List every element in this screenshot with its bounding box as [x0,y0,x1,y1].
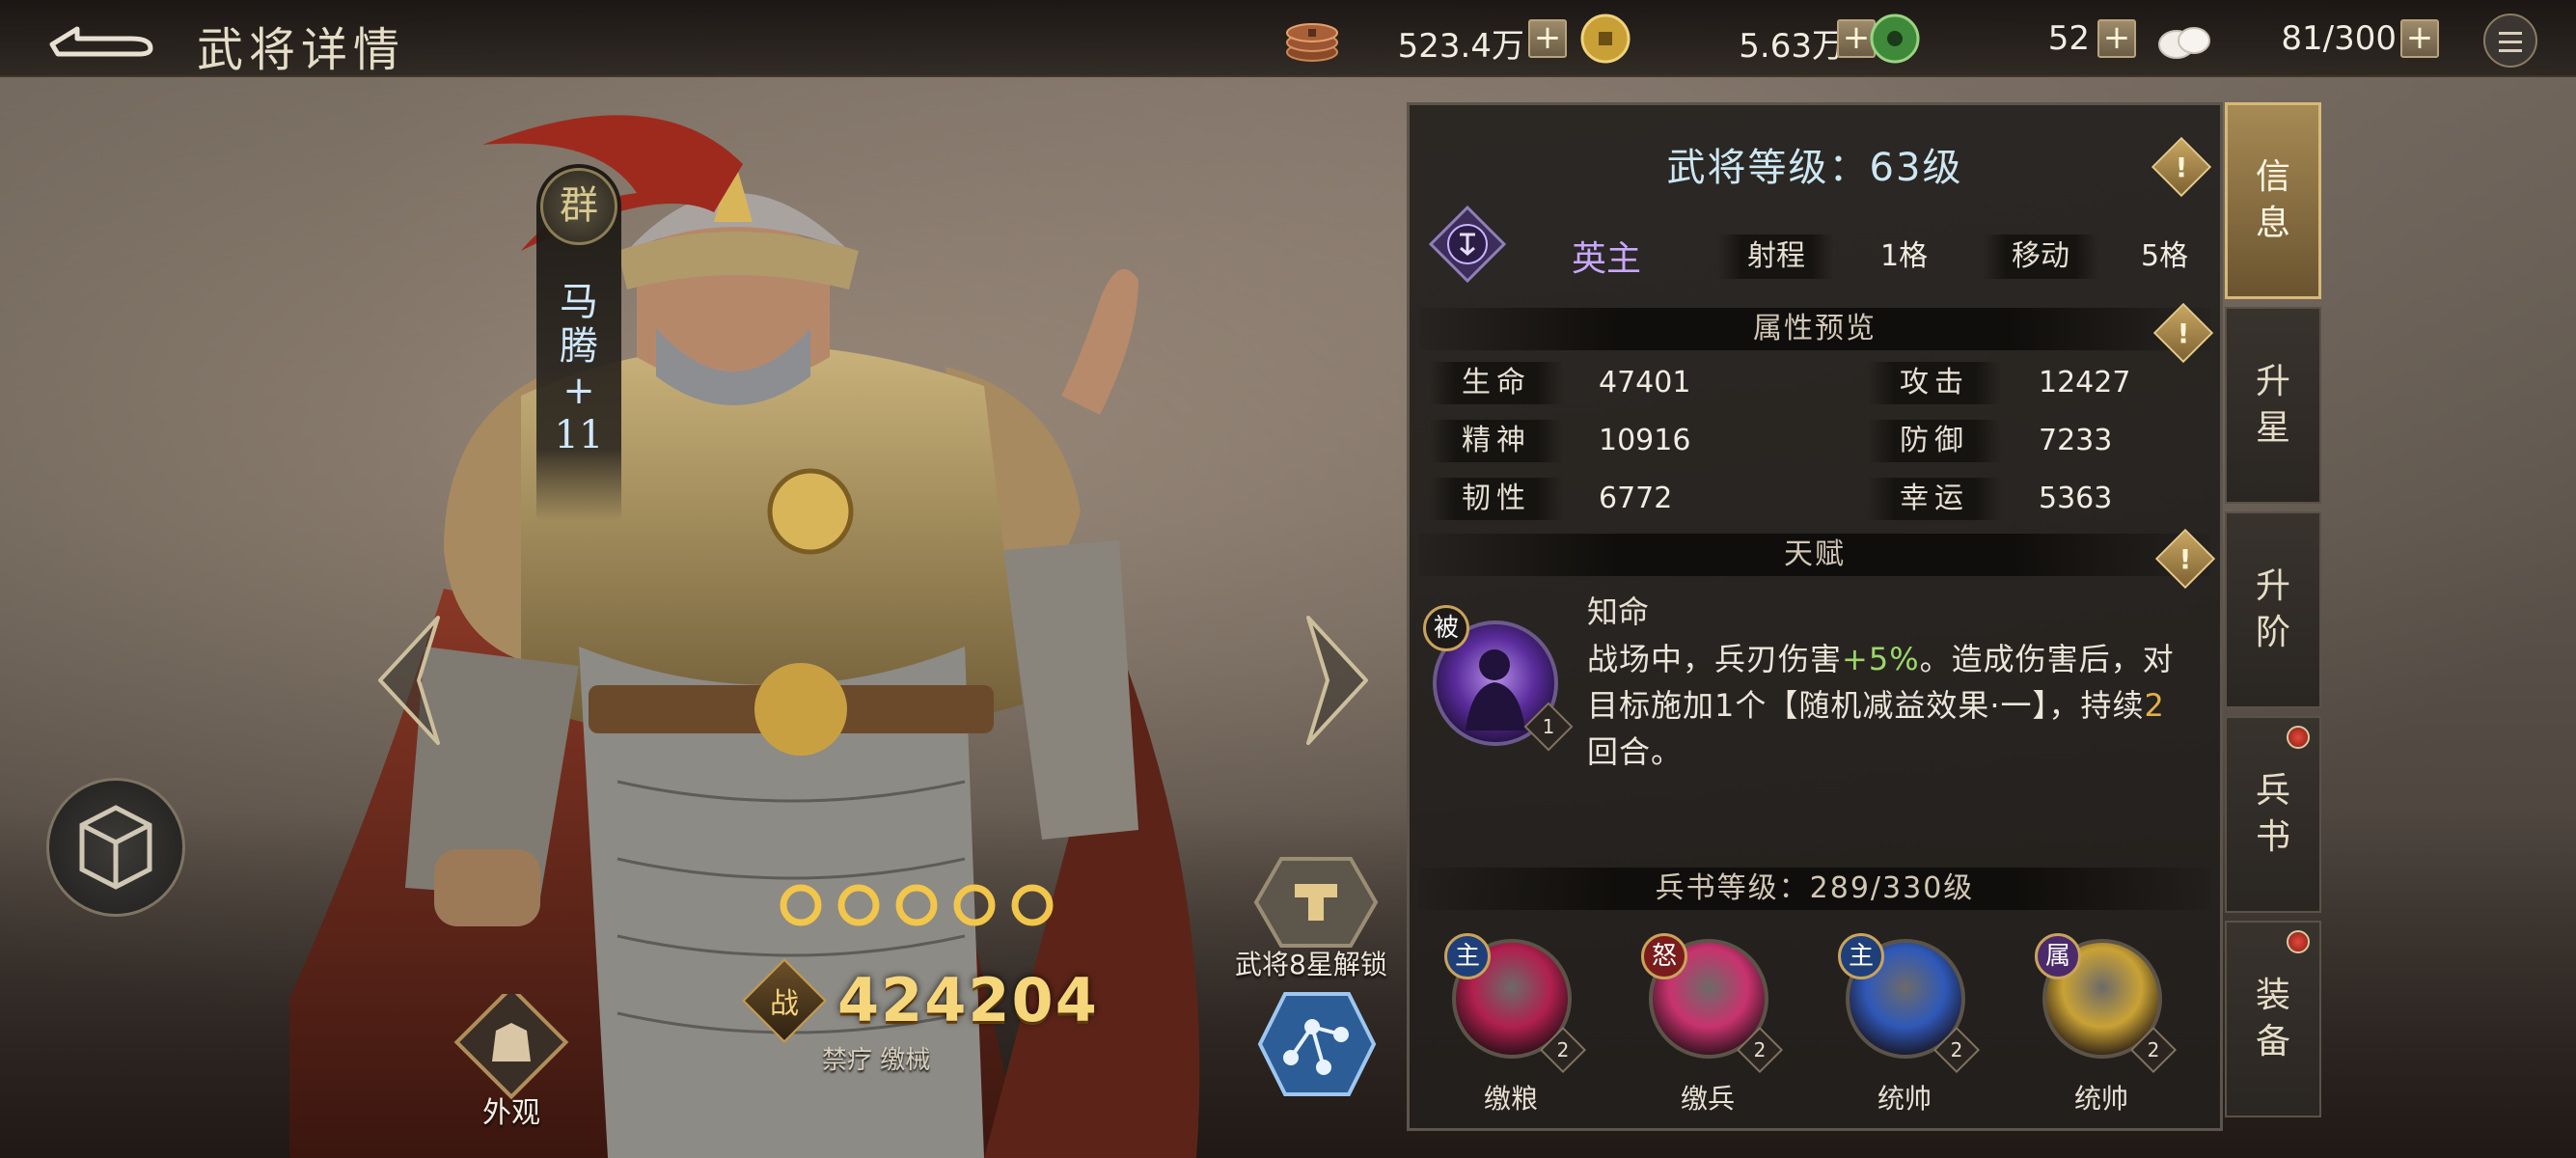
book-level-header: 兵书等级：289/330级 [1419,868,2210,910]
tab-label: 兵书 [2255,771,2290,857]
tab-star-up[interactable]: 升星 [2225,307,2321,504]
add-stamina-button[interactable]: + [2400,19,2439,58]
resource-jade: 52 + [1866,14,2155,64]
class-emblem-icon [1429,206,1506,283]
constellation-button[interactable] [1256,988,1378,1100]
info-icon: ! [2177,317,2190,349]
steamed-bun-icon [2158,27,2210,59]
star-ring-icon [1011,884,1054,926]
tab-label: 升星 [2255,362,2290,448]
tab-label: 信息 [2255,157,2290,243]
faction-badge: 群 [540,168,617,245]
tab-label: 升阶 [2255,566,2290,652]
book-slot[interactable]: 属 2 统帅 [2029,933,2178,1132]
book-type-badge: 主 [1444,933,1491,979]
book-name: 缴粮 [1483,1083,1538,1115]
stat-def-label: 防御 [1867,420,2002,462]
stat-atk-label: 攻击 [1867,362,2002,404]
range-value: 1格 [1880,239,1929,273]
book-name: 统帅 [1877,1083,1932,1115]
combat-power: 424204 [837,965,1099,1035]
resource-gold: 5.63万 + [1578,14,1876,66]
info-icon: ! [2175,151,2188,183]
appearance-label: 外观 [482,1096,540,1130]
stat-tough-value: 6772 [1599,482,1673,515]
jade-coin-icon [1870,14,1920,64]
star-ring-icon [953,884,996,926]
model-view-button[interactable] [46,778,185,917]
hero-rank-plus: + [562,369,595,413]
hero-name-text: 马腾 [560,280,598,369]
stat-luck-value: 5363 [2039,482,2113,515]
book-slot[interactable]: 主 2 统帅 [1832,933,1981,1132]
hero-level-title: 武将等级：63级 [1666,146,1963,190]
jade-value: 52 [2047,19,2090,58]
hero-banner: 群 马腾 + 11 [536,164,621,521]
page-title: 武将详情 [197,23,406,77]
talent-name: 知命 [1587,593,1650,630]
tab-info[interactable]: 信息 [2225,102,2321,299]
stat-def-value: 7233 [2039,424,2113,457]
back-arrow-icon [49,26,153,57]
book-type-badge: 属 [2035,933,2081,979]
range-label: 射程 [1718,234,1834,279]
hero-rank: 11 [554,413,604,457]
star-ring-icon [780,884,822,926]
gold-value: 5.63万 [1739,27,1845,66]
notification-dot [2287,930,2310,953]
menu-icon [2499,32,2522,35]
prev-hero-arrow-icon[interactable] [370,608,448,753]
tab-war-books[interactable]: 兵书 [2225,716,2321,913]
hero-name: 马腾 + 11 [536,280,621,457]
tab-label: 装备 [2255,976,2290,1062]
stat-spirit-value: 10916 [1599,424,1691,457]
gold-coin-icon [1580,14,1631,64]
info-icon: ! [2179,542,2192,575]
locked-feature-icon[interactable] [1252,849,1380,955]
talent-bonus: +5% [1842,641,1920,677]
talent-turns: 2 [2144,687,2165,724]
notification-dot [2287,726,2310,749]
attr-header: 属性预览 [1419,308,2210,350]
book-type-badge: 怒 [1641,933,1687,979]
move-value: 5格 [2141,239,2189,273]
add-jade-button[interactable]: + [2097,19,2136,58]
resource-stamina: 81/300 + [2155,14,2445,64]
book-slot[interactable]: 主 2 缴粮 [1439,933,1587,1132]
talent-header: 天赋 [1419,534,2210,576]
talent-type-badge: 被 [1423,605,1469,651]
stat-luck-label: 幸运 [1867,478,2002,520]
next-hero-arrow-icon[interactable] [1299,608,1376,753]
stat-atk-value: 12427 [2039,366,2131,400]
class-name: 英主 [1572,239,1642,279]
stat-tough-label: 韧性 [1429,478,1564,520]
tab-rank-up[interactable]: 升阶 [2225,511,2321,708]
side-tabs: 信息 升星 升阶 兵书 装备 [2225,102,2321,1131]
tab-equipment[interactable]: 装备 [2225,921,2321,1117]
unlock-hint: 武将8星解锁 [1235,949,1387,980]
stat-hp-label: 生命 [1429,362,1564,404]
back-button[interactable] [42,17,158,60]
resource-copper: 523.4万 + [1283,14,1573,66]
star-ring-icon [895,884,938,926]
menu-button[interactable] [2483,14,2537,68]
book-slot[interactable]: 怒 2 缴兵 [1635,933,1784,1132]
stat-spirit-label: 精神 [1429,420,1564,462]
add-copper-button[interactable]: + [1528,19,1567,58]
hero-info-panel: 武将等级：63级 ! 英主 射程 1格 移动 5格 属性预览 ! 生命 4740… [1407,102,2223,1131]
book-type-badge: 主 [1838,933,1884,979]
talent-description: 战场中，兵刃伤害+5%。造成伤害后，对目标施加1个【随机减益效果·一】，持续2回… [1587,641,2175,770]
move-label: 移动 [1983,234,2098,279]
book-name: 统帅 [2073,1083,2128,1115]
stat-hp-value: 47401 [1599,366,1691,400]
cube-icon [79,805,152,890]
star-ring-icon [837,884,880,926]
stamina-value: 81/300 [2281,19,2397,58]
hero-tags: 禁疗 缴械 [822,1046,931,1075]
copper-value: 523.4万 [1397,27,1524,66]
top-bar: 武将详情 523.4万 + 5.63万 + 52 + 81/300 + [0,0,2576,77]
copper-coin-stack-icon [1286,23,1338,62]
book-name: 缴兵 [1680,1083,1735,1115]
star-rating [780,884,1054,926]
